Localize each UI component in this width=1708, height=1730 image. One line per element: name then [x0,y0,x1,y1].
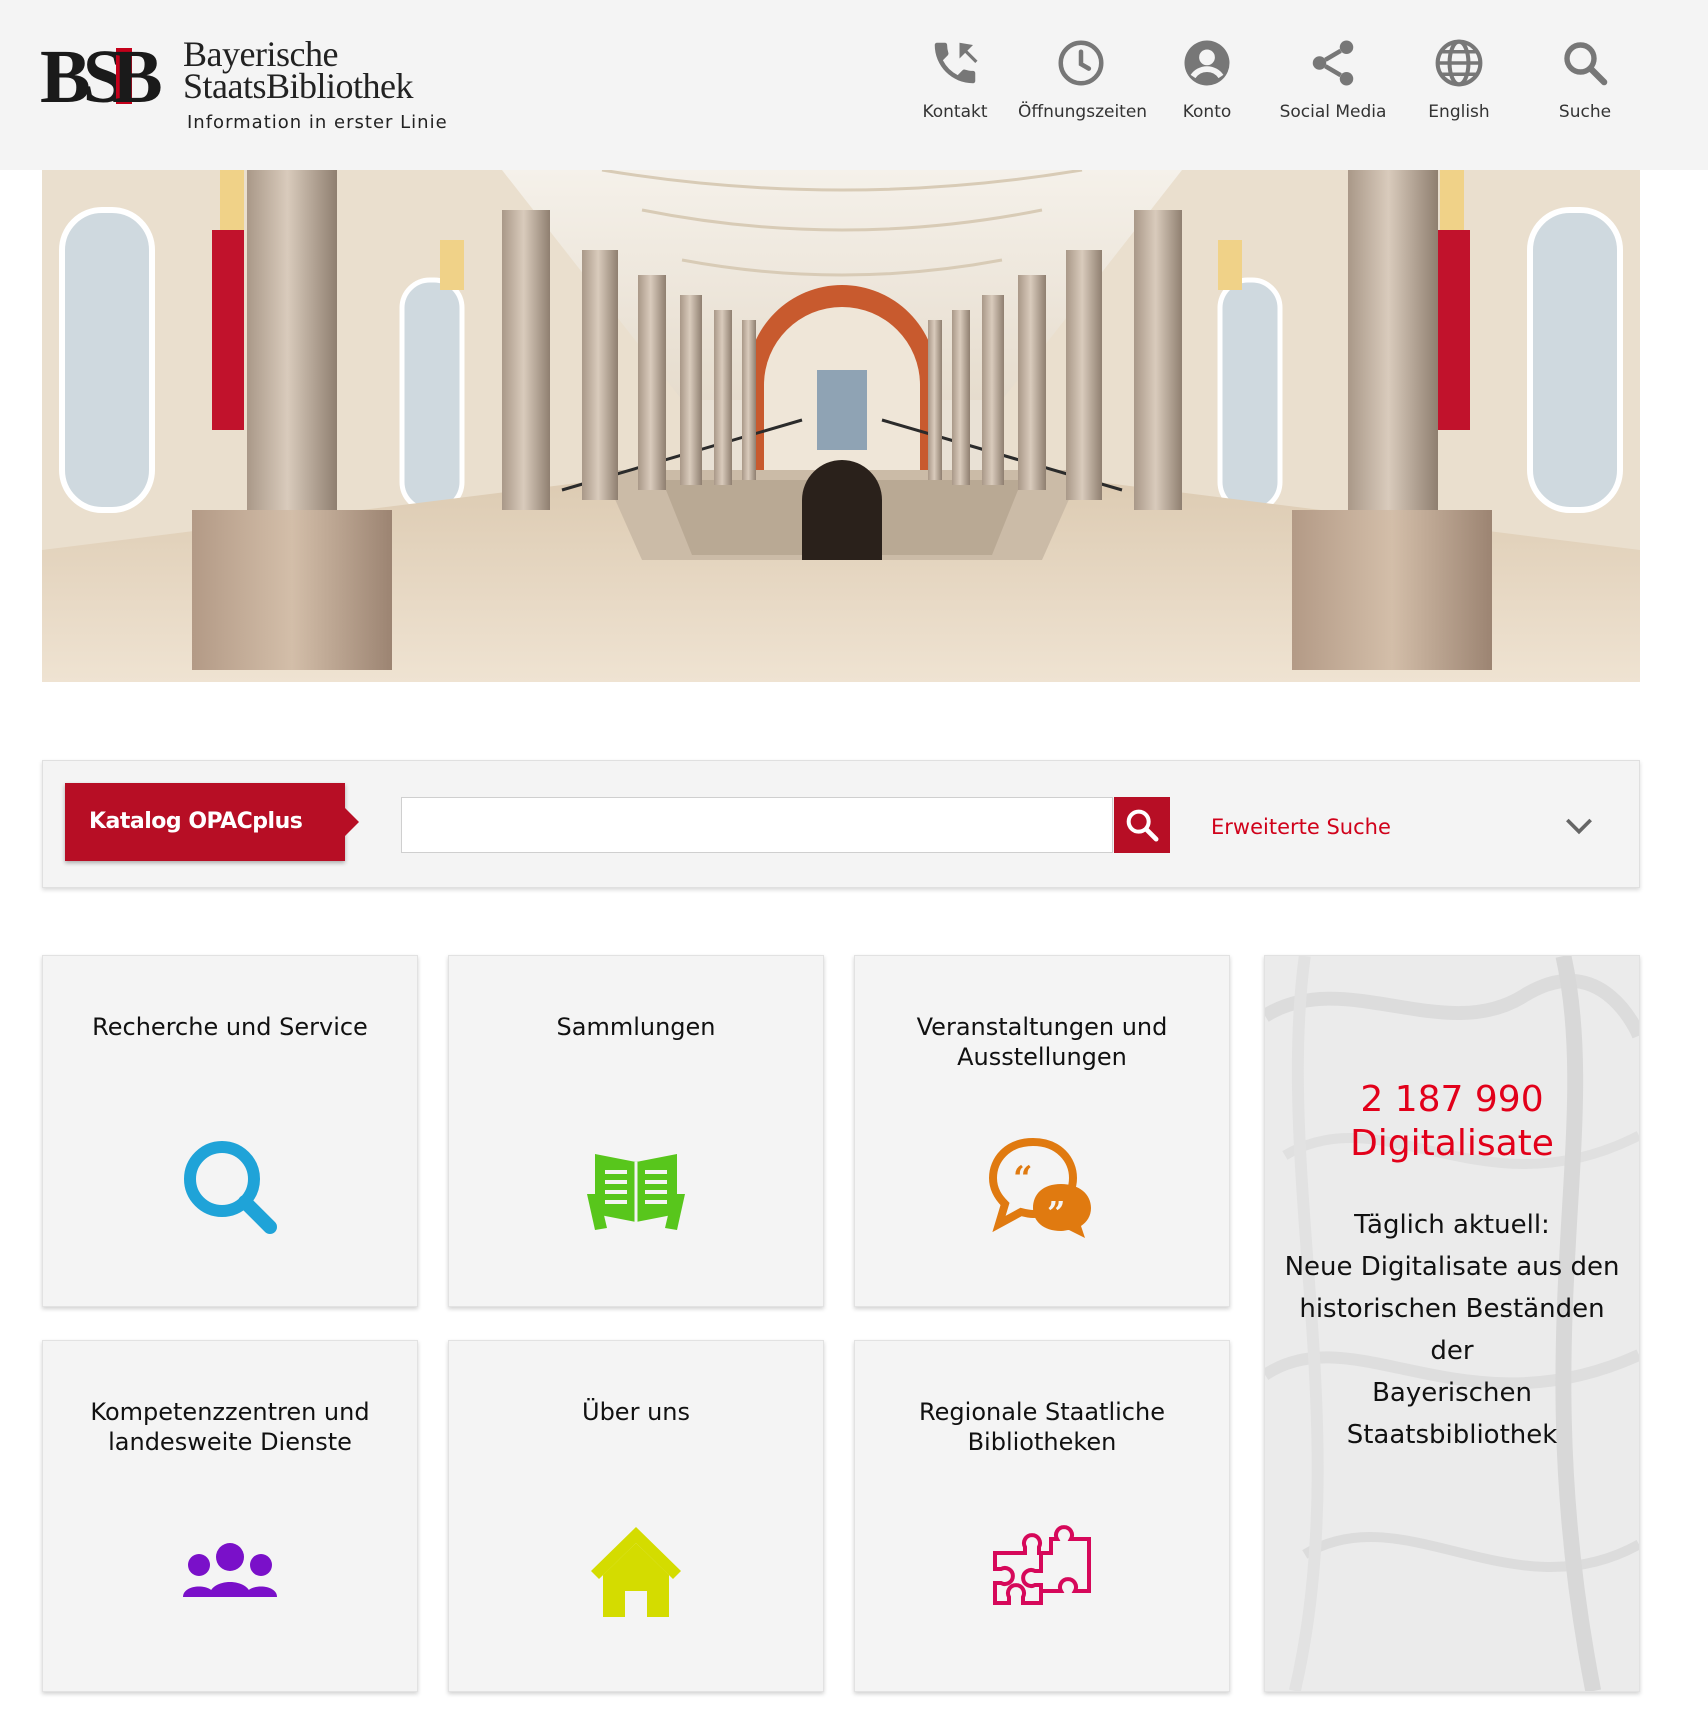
catalog-search-panel: Katalog OPACplus Erweiterte Suche [42,760,1640,888]
nav-konto[interactable]: Konto [1144,36,1270,122]
clock-icon [1058,40,1104,86]
catalog-tab[interactable]: Katalog OPACplus [65,783,359,861]
svg-text:B: B [112,44,163,108]
digitalisate-description: Täglich aktuell: Neue Digitalisate aus d… [1284,1210,1620,1450]
site-header: BS B Bayerische StaatsBibliothek Informa… [0,0,1708,170]
search-icon [1126,809,1159,842]
top-nav: Kontakt Öffnungszeiten Konto Social Medi… [892,36,1648,122]
advanced-search-link[interactable]: Erweiterte Suche [1211,815,1391,839]
hero-image [42,170,1640,682]
svg-text:BS: BS [40,44,123,108]
people-icon [183,1543,277,1597]
nav-kontakt[interactable]: Kontakt [892,36,1018,122]
tile-kompetenzzentren[interactable]: Kompetenzzentren und landesweite Dienste [42,1340,418,1692]
speech-bubbles-icon: “ ” [988,1137,1091,1238]
tile-recherche-und-service[interactable]: Recherche und Service [42,955,418,1307]
bsb-logo-mark: BS B [40,44,163,108]
share-icon [1312,40,1354,86]
house-icon [591,1527,681,1617]
chevron-down-icon[interactable] [1559,805,1599,845]
svg-text:”: ” [1047,1194,1065,1232]
magnifier-icon [184,1141,277,1234]
nav-suche[interactable]: Suche [1522,36,1648,122]
account-icon [1184,40,1230,86]
digitalisate-tile[interactable]: 2 187 990 Digitalisate Täglich aktuell: … [1264,955,1640,1692]
tile-ueber-uns[interactable]: Über uns [448,1340,824,1692]
catalog-search-input[interactable] [401,797,1113,853]
catalog-search-button[interactable] [1114,797,1170,853]
nav-oeffnungszeiten[interactable]: Öffnungszeiten [1018,36,1147,122]
open-book-icon [587,1154,685,1230]
tile-sammlungen[interactable]: Sammlungen [448,955,824,1307]
tile-title: Über uns [582,1398,690,1426]
nav-social-media[interactable]: Social Media [1270,36,1396,122]
puzzle-icon [993,1525,1091,1605]
tile-veranstaltungen-und-ausstellungen[interactable]: Veranstaltungen und Ausstellungen “ ” [854,955,1230,1307]
globe-icon [1435,39,1483,87]
svg-text:“: “ [1013,1159,1033,1199]
tile-title: Regionale Staatliche Bibliotheken [919,1398,1165,1456]
logo-tagline: Information in erster Linie [187,112,448,133]
phone-icon [934,42,978,84]
digitalisate-count: 2 187 990 [1360,1079,1544,1120]
logo-name: Bayerische StaatsBibliothek [183,34,414,106]
library-hall-illustration [42,170,1640,682]
search-icon [1564,42,1608,86]
tile-title: Sammlungen [556,1013,716,1041]
tile-title: Recherche und Service [92,1013,368,1041]
tile-title: Veranstaltungen und Ausstellungen [916,1013,1168,1071]
tile-regionale-bibliotheken[interactable]: Regionale Staatliche Bibliotheken [854,1340,1230,1692]
bsb-logo[interactable]: BS B Bayerische StaatsBibliothek Informa… [40,36,460,136]
digitalisate-label: Digitalisate [1350,1123,1554,1164]
nav-english[interactable]: English [1396,36,1522,122]
tile-title: Kompetenzzentren und landesweite Dienste [90,1398,370,1456]
